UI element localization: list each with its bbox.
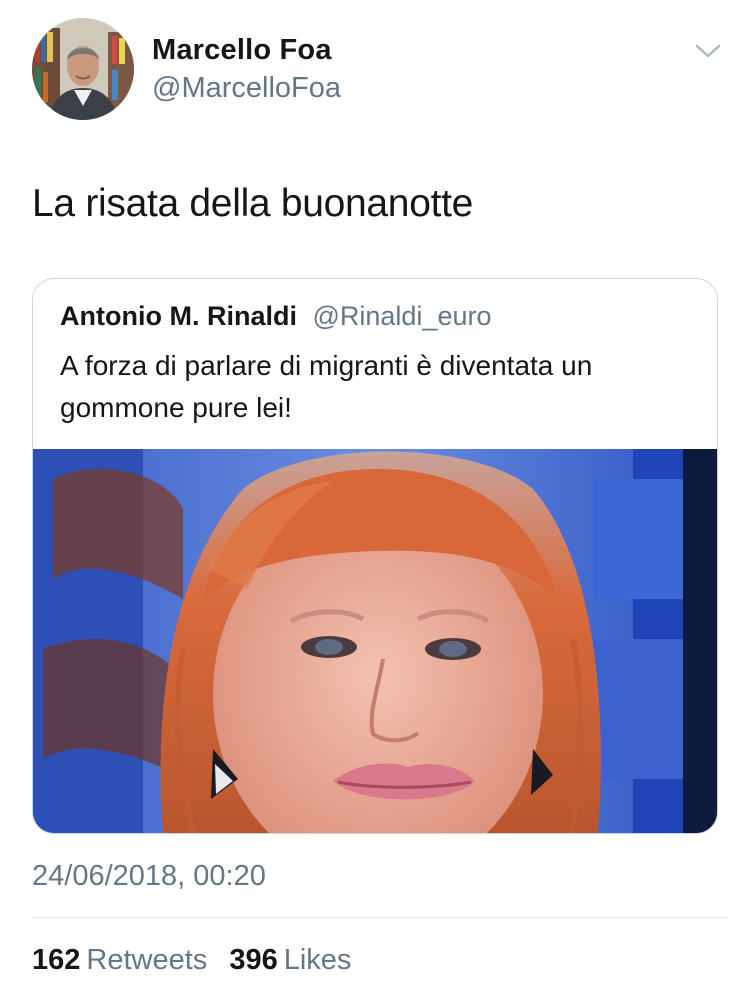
author-handle[interactable]: @MarcelloFoa [152, 72, 341, 105]
retweets-label: Retweets [86, 944, 208, 976]
quoted-author-handle: @Rinaldi_euro [312, 301, 492, 331]
avatar-image [32, 18, 134, 120]
quoted-tweet-card[interactable]: Antonio M. Rinaldi @Rinaldi_euro A forza… [32, 278, 718, 834]
tweet-timestamp[interactable]: 24/06/2018, 00:20 [32, 860, 266, 893]
retweets-count: 162 [32, 944, 81, 976]
tweet-text: La risata della buonanotte [32, 182, 474, 225]
retweets-stat[interactable]: 162 Retweets [32, 944, 207, 976]
likes-stat[interactable]: 396 Likes [229, 944, 351, 976]
author-avatar[interactable] [32, 18, 134, 120]
likes-label: Likes [283, 944, 352, 976]
quoted-author-name: Antonio M. Rinaldi [60, 301, 297, 331]
divider [32, 917, 726, 918]
chevron-down-icon[interactable] [694, 40, 722, 62]
quoted-tweet-image[interactable] [33, 449, 717, 833]
author-display-name[interactable]: Marcello Foa [152, 34, 332, 67]
tweet-stats: 162 Retweets 396 Likes [32, 944, 365, 977]
likes-count: 396 [229, 944, 278, 976]
quoted-tweet-text: A forza di parlare di migranti è diventa… [60, 350, 593, 423]
quoted-tweet-header: Antonio M. Rinaldi @Rinaldi_euro [60, 301, 492, 332]
